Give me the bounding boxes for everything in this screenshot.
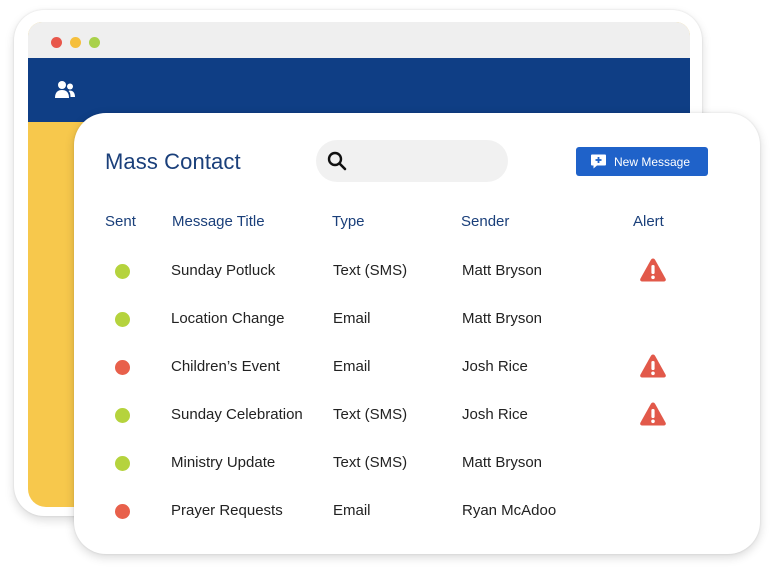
- alert-warning-icon[interactable]: [639, 257, 667, 283]
- alert-warning-icon[interactable]: [639, 353, 667, 379]
- mass-contact-panel: Mass Contact New Message Sent Message Ti…: [74, 113, 760, 554]
- column-header-title[interactable]: Message Title: [172, 213, 265, 230]
- sent-status-dot: [115, 408, 130, 423]
- column-header-sent[interactable]: Sent: [105, 213, 136, 230]
- message-type-cell: Email: [333, 502, 371, 519]
- people-icon[interactable]: [54, 80, 76, 100]
- sender-cell: Josh Rice: [462, 406, 528, 423]
- message-title-cell: Sunday Celebration: [171, 406, 303, 423]
- sender-cell: Matt Bryson: [462, 454, 543, 471]
- message-type-cell: Email: [333, 358, 371, 375]
- browser-titlebar: [28, 22, 690, 58]
- sender-cell: Matt Bryson: [462, 310, 543, 327]
- message-type-cell: Text (SMS): [333, 262, 408, 279]
- sent-status-dot: [115, 456, 130, 471]
- message-type-cell: Email: [333, 310, 371, 327]
- sent-status-dot: [115, 264, 130, 279]
- message-title-cell: Children’s Event: [171, 358, 280, 375]
- close-window-dot[interactable]: [51, 37, 62, 48]
- column-header-sender[interactable]: Sender: [461, 213, 509, 230]
- new-message-icon: [591, 154, 606, 169]
- failed-status-dot: [115, 360, 130, 375]
- message-type-cell: Text (SMS): [333, 406, 408, 423]
- message-type-cell: Text (SMS): [333, 454, 408, 471]
- message-title-cell: Ministry Update: [171, 454, 276, 471]
- failed-status-dot: [115, 504, 130, 519]
- sent-status-dot: [115, 312, 130, 327]
- sender-cell: Josh Rice: [462, 358, 528, 375]
- new-message-button[interactable]: New Message: [576, 147, 708, 176]
- column-header-alert[interactable]: Alert: [633, 213, 664, 230]
- maximize-window-dot[interactable]: [89, 37, 100, 48]
- message-title-cell: Prayer Requests: [171, 502, 283, 519]
- search-icon: [327, 151, 347, 171]
- sender-cell: Ryan McAdoo: [462, 502, 557, 519]
- message-title-cell: Location Change: [171, 310, 285, 327]
- new-message-label: New Message: [614, 154, 691, 169]
- sender-cell: Matt Bryson: [462, 262, 543, 279]
- alert-warning-icon[interactable]: [639, 401, 667, 427]
- page-title: Mass Contact: [105, 149, 241, 174]
- column-header-type[interactable]: Type: [332, 213, 365, 230]
- stage: Mass Contact New Message Sent Message Ti…: [0, 0, 779, 577]
- message-title-cell: Sunday Potluck: [171, 262, 276, 279]
- minimize-window-dot[interactable]: [70, 37, 81, 48]
- search-input[interactable]: [316, 140, 508, 182]
